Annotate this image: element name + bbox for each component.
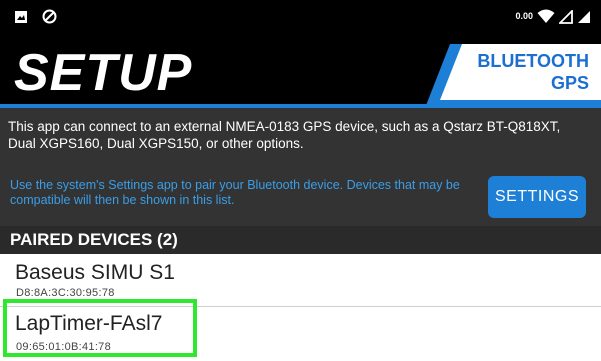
image-icon (15, 10, 27, 23)
signal-icon (559, 9, 573, 24)
no-disturb-icon (42, 9, 57, 24)
info-description: This app can connect to an external NMEA… (8, 119, 561, 151)
status-right-icons: 0.00 (515, 9, 591, 24)
header-panel-label: BLUETOOTH GPS (459, 50, 589, 94)
panel-label-line2: GPS (550, 73, 589, 93)
selection-highlight (3, 299, 197, 357)
device-address: D8:8A:3C:30:95:78 (16, 287, 115, 299)
device-name: Baseus SIMU S1 (15, 261, 175, 284)
device-row-baseus[interactable]: Baseus SIMU S1 D8:8A:3C:30:95:78 (0, 254, 601, 305)
panel-label-line1: BLUETOOTH (477, 51, 589, 71)
wifi-icon (537, 9, 555, 23)
status-left-icons (14, 9, 57, 24)
data-icon: 0.00 (515, 11, 533, 21)
paired-devices-title: PAIRED DEVICES (2) (10, 230, 178, 249)
settings-button[interactable]: SETTINGS (488, 176, 586, 218)
status-bar: 0.00 (0, 0, 601, 36)
app-header: SETUP BLUETOOTH GPS (0, 36, 601, 108)
section-header: PAIRED DEVICES (2) (0, 226, 601, 254)
signal-icon (578, 10, 590, 23)
info-hint: Use the system's Settings app to pair yo… (10, 178, 460, 207)
